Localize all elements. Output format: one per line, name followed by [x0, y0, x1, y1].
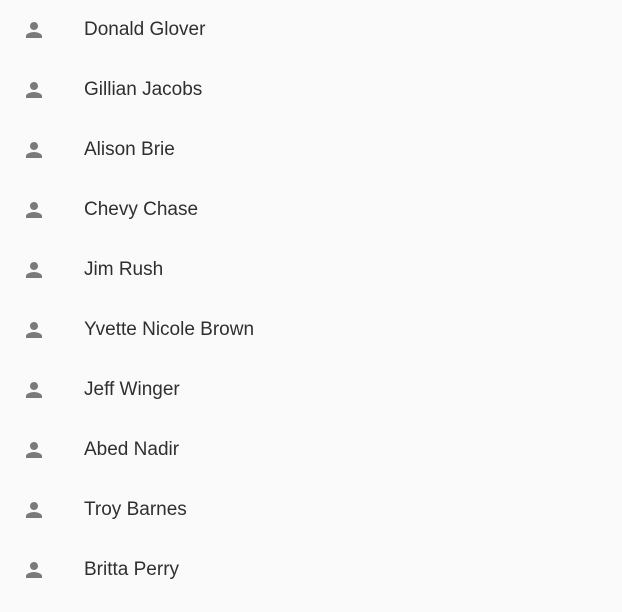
- list-item-label: Jeff Winger: [84, 379, 180, 400]
- person-icon: [22, 498, 46, 522]
- list-item[interactable]: Donald Glover: [0, 0, 622, 60]
- list-item[interactable]: Jeff Winger: [0, 360, 622, 420]
- list-item-label: Jim Rush: [84, 259, 164, 280]
- person-icon: [22, 258, 46, 282]
- list-item[interactable]: Troy Barnes: [0, 480, 622, 540]
- person-icon: [22, 138, 46, 162]
- list-item-label: Alison Brie: [84, 139, 175, 160]
- list-item[interactable]: Jim Rush: [0, 240, 622, 300]
- list-item-label: Donald Glover: [84, 19, 206, 40]
- person-icon: [22, 438, 46, 462]
- person-icon: [22, 78, 46, 102]
- list-item-label: Abed Nadir: [84, 439, 180, 460]
- person-icon: [22, 318, 46, 342]
- list-item-label: Gillian Jacobs: [84, 79, 203, 100]
- person-icon: [22, 18, 46, 42]
- person-icon: [22, 198, 46, 222]
- list-item[interactable]: Alison Brie: [0, 120, 622, 180]
- list-item[interactable]: Chevy Chase: [0, 180, 622, 240]
- person-icon: [22, 558, 46, 582]
- list-item[interactable]: Britta Perry: [0, 540, 622, 600]
- list-item-label: Yvette Nicole Brown: [84, 319, 255, 340]
- list-item[interactable]: Abed Nadir: [0, 420, 622, 480]
- contact-list: Donald Glover Gillian Jacobs Alison Brie…: [0, 0, 622, 612]
- list-item[interactable]: Gillian Jacobs: [0, 60, 622, 120]
- person-icon: [22, 378, 46, 402]
- list-item-label: Troy Barnes: [84, 499, 187, 520]
- list-item[interactable]: Yvette Nicole Brown: [0, 300, 622, 360]
- list-item-label: Chevy Chase: [84, 199, 199, 220]
- list-item-label: Britta Perry: [84, 559, 180, 580]
